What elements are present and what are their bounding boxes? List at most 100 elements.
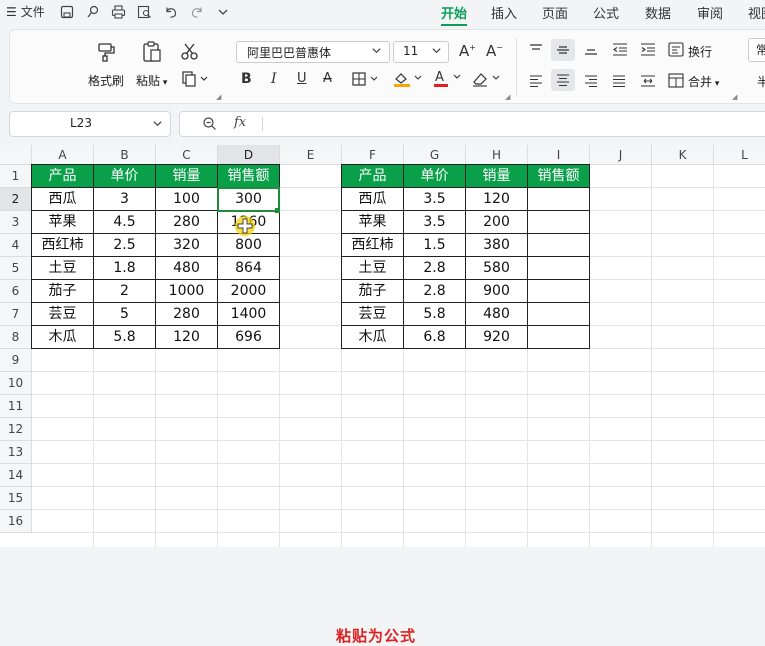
tab-view[interactable]: 视图 xyxy=(748,3,765,22)
table-cell[interactable]: 西瓜 xyxy=(32,188,94,211)
align-left-icon[interactable] xyxy=(529,75,543,90)
row-header-6[interactable]: 6 xyxy=(0,280,32,303)
chevron-down-icon[interactable] xyxy=(371,45,382,59)
table-cell[interactable]: 100 xyxy=(156,188,218,211)
table-cell[interactable]: 900 xyxy=(466,280,528,303)
table-cell[interactable]: 芸豆 xyxy=(32,303,94,326)
increase-font-icon[interactable]: A+ xyxy=(459,42,476,60)
tab-review[interactable]: 审阅 xyxy=(697,3,723,22)
formula-bar[interactable]: fx xyxy=(179,111,765,137)
table-cell[interactable]: 696 xyxy=(218,326,280,349)
table-cell[interactable] xyxy=(528,303,590,326)
format-painter-icon[interactable] xyxy=(95,41,117,66)
increase-indent-icon[interactable] xyxy=(640,43,656,59)
table-cell[interactable]: 土豆 xyxy=(342,257,404,280)
tab-page[interactable]: 页面 xyxy=(542,3,568,22)
table-cell[interactable]: 5.8 xyxy=(404,303,466,326)
table-cell[interactable]: 6.8 xyxy=(404,326,466,349)
table-cell[interactable]: 864 xyxy=(218,257,280,280)
table-cell[interactable] xyxy=(528,234,590,257)
font-group-launcher-icon[interactable]: ◢ xyxy=(505,93,510,101)
table-cell[interactable]: 200 xyxy=(466,211,528,234)
table-header-cell[interactable]: 销售额 xyxy=(218,165,280,188)
table-cell[interactable]: 1.8 xyxy=(94,257,156,280)
table-cell[interactable]: 3.5 xyxy=(404,188,466,211)
italic-icon[interactable]: I xyxy=(271,71,277,87)
row-header-11[interactable]: 11 xyxy=(0,395,32,418)
column-header-k[interactable]: K xyxy=(652,145,714,165)
table-header-cell[interactable]: 产品 xyxy=(32,165,94,188)
table-cell[interactable]: 1.5 xyxy=(404,234,466,257)
tab-formula[interactable]: 公式 xyxy=(593,3,619,22)
tab-insert[interactable]: 插入 xyxy=(491,3,517,22)
font-color-icon[interactable]: A xyxy=(433,69,465,91)
strikethrough-icon[interactable]: A xyxy=(323,71,332,86)
row-header-16[interactable]: 16 xyxy=(0,510,32,533)
align-middle-button[interactable] xyxy=(551,39,575,61)
table-header-cell[interactable]: 销量 xyxy=(466,165,528,188)
table-cell[interactable]: 120 xyxy=(156,326,218,349)
align-right-icon[interactable] xyxy=(584,75,598,90)
table-cell[interactable] xyxy=(528,280,590,303)
worksheet-grid[interactable]: ABCDEFGHIJKL 1 2 3 4 5 6 7 8 9 10 11 12 13 14 15 16 产品单… xyxy=(0,145,765,645)
table-cell[interactable]: 920 xyxy=(466,326,528,349)
table-cell[interactable]: 西瓜 xyxy=(342,188,404,211)
table-cell[interactable] xyxy=(528,211,590,234)
distributed-icon[interactable] xyxy=(640,74,656,91)
table-cell[interactable]: 380 xyxy=(466,234,528,257)
table-cell[interactable]: 木瓜 xyxy=(342,326,404,349)
table-header-cell[interactable]: 单价 xyxy=(94,165,156,188)
row-header-3[interactable]: 3 xyxy=(0,211,32,234)
table-header-cell[interactable]: 单价 xyxy=(404,165,466,188)
tab-home[interactable]: 开始 xyxy=(441,3,467,22)
column-header-b[interactable]: B xyxy=(94,145,156,165)
table-cell[interactable] xyxy=(528,188,590,211)
row-header-1[interactable]: 1 xyxy=(0,165,32,188)
column-header-i[interactable]: I xyxy=(528,145,590,165)
fx-icon[interactable]: fx xyxy=(234,115,246,130)
table-cell[interactable]: 300 xyxy=(218,188,280,211)
row-header-14[interactable]: 14 xyxy=(0,464,32,487)
cut-icon[interactable] xyxy=(180,42,200,65)
decrease-indent-icon[interactable] xyxy=(612,43,628,59)
clipboard-group-launcher-icon[interactable]: ◢ xyxy=(216,93,221,101)
column-header-c[interactable]: C xyxy=(156,145,218,165)
table-cell[interactable]: 280 xyxy=(156,211,218,234)
table-cell[interactable]: 2000 xyxy=(218,280,280,303)
table-cell[interactable]: 苹果 xyxy=(32,211,94,234)
table-cell[interactable] xyxy=(528,326,590,349)
zoom-icon[interactable] xyxy=(202,116,217,134)
chevron-down-icon[interactable] xyxy=(431,45,442,59)
number-format-select[interactable]: 常 xyxy=(748,38,765,62)
wrap-text-label[interactable]: 换行 xyxy=(688,43,712,60)
bold-icon[interactable]: B xyxy=(241,71,252,87)
chevron-down-icon[interactable] xyxy=(152,118,163,132)
table-cell[interactable]: 280 xyxy=(156,303,218,326)
column-header-f[interactable]: F xyxy=(342,145,404,165)
table-cell[interactable]: 木瓜 xyxy=(32,326,94,349)
decrease-font-icon[interactable]: A− xyxy=(486,42,503,60)
clear-format-icon[interactable] xyxy=(471,70,503,91)
row-header-8[interactable]: 8 xyxy=(0,326,32,349)
row-header-10[interactable]: 10 xyxy=(0,372,32,395)
table-cell[interactable]: 120 xyxy=(466,188,528,211)
name-box[interactable]: L23 xyxy=(9,111,171,137)
table-cell[interactable] xyxy=(528,257,590,280)
table-header-cell[interactable]: 销量 xyxy=(156,165,218,188)
table-cell[interactable]: 2.8 xyxy=(404,257,466,280)
font-size-select[interactable]: 11 xyxy=(393,41,449,63)
table-cell[interactable]: 茄子 xyxy=(342,280,404,303)
table-cell[interactable]: 土豆 xyxy=(32,257,94,280)
borders-icon[interactable] xyxy=(352,72,382,89)
justify-icon[interactable] xyxy=(612,75,626,90)
align-center-button[interactable] xyxy=(551,69,575,91)
row-header-13[interactable]: 13 xyxy=(0,441,32,464)
currency-format-label[interactable]: 半 xyxy=(757,73,765,90)
tab-data[interactable]: 数据 xyxy=(645,3,671,22)
row-header-9[interactable]: 9 xyxy=(0,349,32,372)
merge-cells-label[interactable]: 合并 ▾ xyxy=(688,73,719,90)
row-header-12[interactable]: 12 xyxy=(0,418,32,441)
wrap-text-icon[interactable] xyxy=(668,42,684,60)
font-name-select[interactable]: 阿里巴巴普惠体 xyxy=(236,41,390,63)
alignment-group-launcher-icon[interactable]: ◢ xyxy=(732,93,737,101)
